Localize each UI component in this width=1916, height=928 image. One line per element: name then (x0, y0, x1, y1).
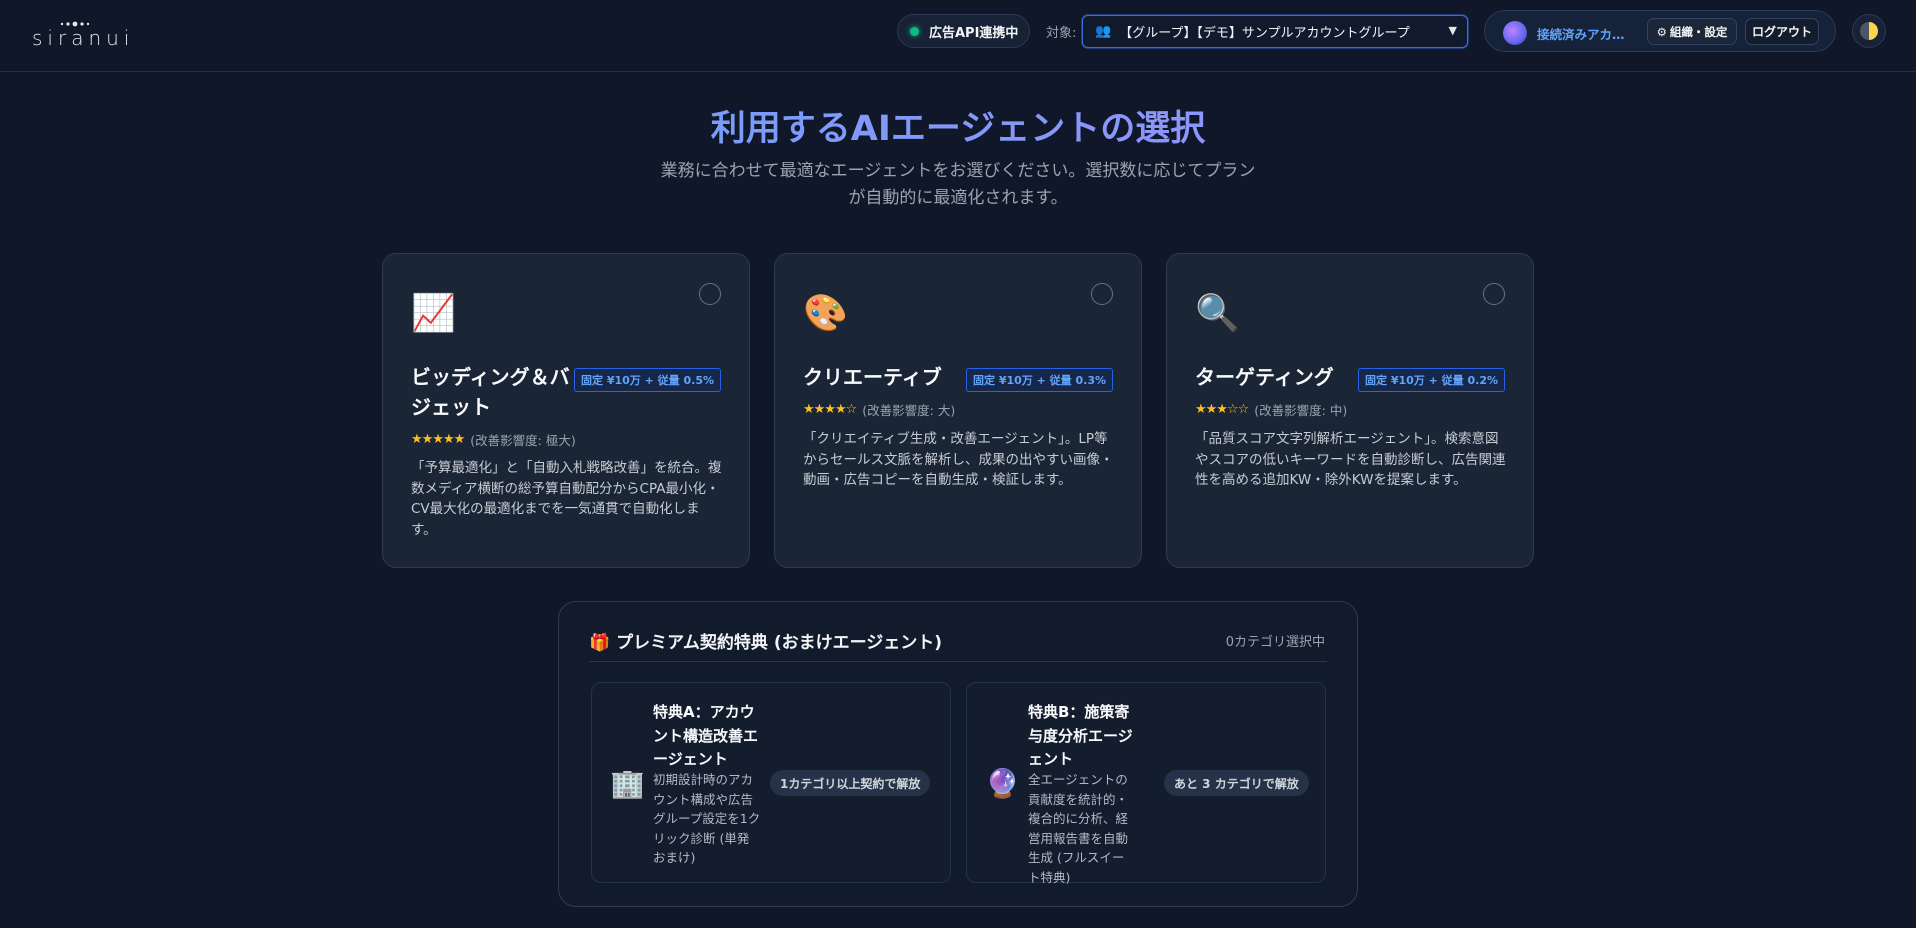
agent-description: 「クリエイティブ生成・改善エージェント」。LP等からセールス文脈を解析し、成果の… (803, 431, 1114, 488)
premium-bonus-section: 🎁 プレミアム契約特典 (おまけエージェント) 0カテゴリ選択中 🏢 特典A：ア… (558, 601, 1358, 907)
unlock-status-badge: あと 3 カテゴリで解放 (1164, 770, 1309, 796)
gear-icon: ⚙ (1656, 24, 1667, 39)
agent-card-bidding-budget[interactable]: 📈 ビッディング＆バジェット 固定 ¥10万 + 従量 0.5% ★★★★★ (… (382, 253, 750, 568)
premium-title: 🎁 プレミアム契約特典 (おまけエージェント) (589, 633, 943, 653)
logout-button[interactable]: ログアウト (1745, 18, 1819, 45)
bonus-description: 全エージェントの貢献度を統計的・複合的に分析、経営用報告書を自動生成 (フルスイ… (1028, 772, 1129, 885)
impact-label: (改善影響度: 中) (1254, 403, 1348, 418)
half-moon-icon (1860, 22, 1878, 40)
siranui-logo[interactable]: siranui (32, 18, 129, 50)
star-rating-icon: ★★★★★ (411, 432, 465, 447)
building-icon: 🏢 (610, 767, 645, 800)
api-status-badge: 広告API連携中 (897, 14, 1030, 48)
bonus-card-b: 🔮 特典B：施策寄与度分析エージェント 全エージェントの貢献度を統計的・複合的に… (966, 682, 1326, 885)
avatar[interactable] (1503, 21, 1527, 45)
price-badge: 固定 ¥10万 + 従量 0.3% (965, 368, 1113, 392)
select-radio[interactable] (1483, 283, 1505, 305)
connected-account-name[interactable]: 接続済みアカウ... (1537, 24, 1635, 43)
agent-title: ターゲティング (1195, 365, 1334, 389)
agent-description: 「品質スコア文字列解析エージェント」。検索意図やスコアの低いキーワードを自動診断… (1195, 431, 1506, 488)
bonus-title: 特典B：施策寄与度分析エージェント (1028, 703, 1133, 768)
impact-rating: ★★★☆☆ (改善影響度: 中) (1195, 400, 1347, 419)
page-subtitle: 業務に合わせて最適なエージェントをお選びください。選択数に応じてプランが自動的に… (660, 161, 1256, 208)
bonus-title: 特典A：アカウント構造改善エージェント (653, 703, 759, 768)
logo-text: siranui (32, 26, 135, 50)
top-header: siranui 広告API連携中 対象: 👥 【グループ】【デモ】サンプルアカウ… (0, 0, 1916, 72)
select-radio[interactable] (699, 283, 721, 305)
impact-rating: ★★★★★ (改善影響度: 極大) (411, 430, 576, 449)
org-settings-button[interactable]: ⚙ 組織・設定 (1647, 18, 1737, 45)
agent-card-creative[interactable]: 🎨 クリエーティブ 固定 ¥10万 + 従量 0.3% ★★★★☆ (改善影響度… (774, 253, 1142, 568)
impact-label: (改善影響度: 大) (862, 403, 956, 418)
divider (589, 661, 1327, 662)
impact-rating: ★★★★☆ (改善影響度: 大) (803, 400, 955, 419)
target-account-select[interactable]: 👥 【グループ】【デモ】サンプルアカウントグループ ▼ (1082, 15, 1468, 48)
impact-label: (改善影響度: 極大) (470, 433, 576, 448)
select-radio[interactable] (1091, 283, 1113, 305)
theme-toggle-button[interactable] (1852, 14, 1886, 48)
status-dot-icon (910, 26, 919, 36)
api-status-text: 広告API連携中 (929, 25, 1019, 41)
palette-icon: 🎨 (803, 293, 848, 334)
bonus-description: 初期設計時のアカウント構成や広告グループ設定を1クリック診断 (単発おまけ) (653, 772, 761, 865)
target-label: 対象: (1046, 26, 1077, 41)
crystal-ball-icon: 🔮 (985, 767, 1020, 800)
price-badge: 固定 ¥10万 + 従量 0.5% (573, 368, 721, 392)
chevron-down-icon: ▼ (1448, 24, 1457, 37)
agent-title: クリエーティブ (803, 365, 942, 389)
org-settings-label: 組織・設定 (1669, 24, 1728, 39)
agent-title: ビッディング＆バジェット (411, 365, 570, 419)
star-rating-icon: ★★★★☆ (803, 402, 857, 417)
star-rating-icon: ★★★☆☆ (1195, 402, 1249, 417)
price-badge: 固定 ¥10万 + 従量 0.2% (1357, 368, 1505, 392)
bonus-card-a: 🏢 特典A：アカウント構造改善エージェント 初期設計時のアカウント構成や広告グル… (591, 682, 951, 883)
group-icon: 👥 (1095, 24, 1112, 39)
page-title: 利用するAIエージェントの選択 (0, 100, 1916, 151)
chart-up-icon: 📈 (411, 293, 456, 334)
agent-description: 「予算最適化」と「自動入札戦略改善」を統合。複数メディア横断の総予算自動配分から… (411, 460, 722, 538)
magnifier-icon: 🔍 (1195, 293, 1240, 334)
user-menu: 接続済みアカウ... ⚙ 組織・設定 ログアウト (1484, 10, 1836, 52)
agent-card-targeting[interactable]: 🔍 ターゲティング 固定 ¥10万 + 従量 0.2% ★★★☆☆ (改善影響度… (1166, 253, 1534, 568)
target-select-value: 【グループ】【デモ】サンプルアカウントグループ (1119, 26, 1410, 41)
unlock-status-badge: 1カテゴリ以上契約で解放 (770, 770, 931, 796)
selected-category-count: 0カテゴリ選択中 (1225, 635, 1325, 650)
